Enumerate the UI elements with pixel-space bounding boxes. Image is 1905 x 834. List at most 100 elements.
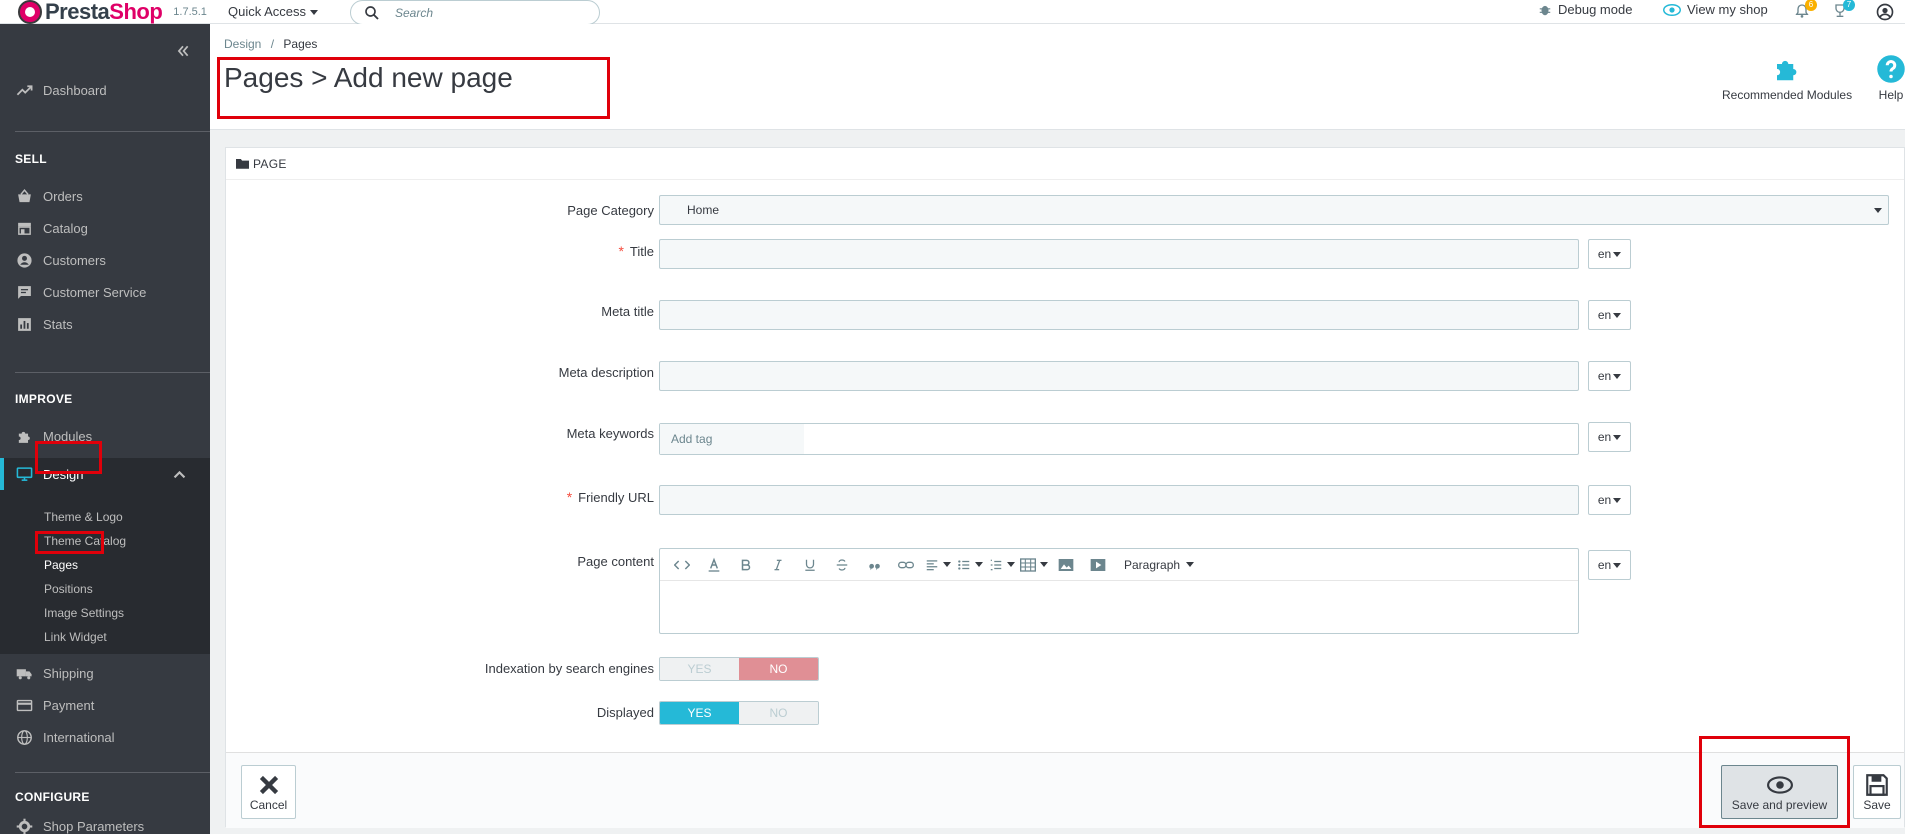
page-category-select[interactable]: Home (659, 195, 1889, 225)
text-color-button[interactable] (698, 553, 730, 577)
chevron-down-icon (1613, 373, 1622, 379)
sidebar-item-label: International (43, 729, 115, 745)
bullet-list-dropdown[interactable] (954, 553, 986, 577)
sidebar-item-shipping[interactable]: Shipping (0, 657, 210, 689)
image-icon (1058, 558, 1074, 571)
eye-icon (1663, 3, 1681, 16)
numbered-list-dropdown[interactable] (986, 553, 1018, 577)
sidebar-item-dashboard[interactable]: Dashboard (0, 74, 210, 106)
meta-description-input[interactable] (659, 361, 1579, 391)
bold-icon (741, 559, 751, 570)
notifications-bell-button[interactable]: 6 (1794, 0, 1817, 19)
sidebar-item-catalog[interactable]: Catalog (0, 212, 210, 244)
sidebar-item-stats[interactable]: Stats (0, 308, 210, 340)
sidebar-item-label: Dashboard (43, 82, 107, 98)
sidebar-item-shop-parameters[interactable]: Shop Parameters (0, 810, 210, 834)
chevron-down-icon (1613, 497, 1622, 503)
meta-title-language-dropdown[interactable]: en (1588, 300, 1631, 330)
friendly-url-label: Friendly URL (578, 490, 654, 505)
sidebar-item-customer-service[interactable]: Customer Service (0, 276, 210, 308)
double-chevron-left-icon (177, 45, 189, 57)
logo-text: PrestaShop (45, 0, 163, 24)
highlight-box-design (35, 441, 102, 474)
friendly-url-language-dropdown[interactable]: en (1588, 485, 1631, 515)
underline-button[interactable] (794, 553, 826, 577)
page-category-value: Home (687, 203, 720, 217)
required-asterisk: * (618, 243, 624, 259)
title-label: Title (629, 244, 654, 259)
language-code: en (1597, 493, 1612, 507)
top-bar: PrestaShop 1.7.5.1 Quick Access Search D… (0, 0, 1905, 26)
table-dropdown[interactable] (1018, 553, 1050, 577)
insert-image-button[interactable] (1050, 553, 1082, 577)
indexation-switch[interactable]: YES NO (659, 657, 819, 681)
paragraph-format-dropdown[interactable]: Paragraph (1124, 558, 1194, 572)
title-language-dropdown[interactable]: en (1588, 239, 1631, 269)
title-input[interactable] (659, 239, 1579, 269)
quote-icon (869, 563, 880, 570)
collapse-sidebar-button[interactable] (176, 42, 190, 63)
displayed-yes-option[interactable]: YES (660, 702, 739, 724)
prestashop-logo-icon (18, 0, 42, 24)
breadcrumb-design-link[interactable]: Design (224, 37, 261, 51)
debug-mode-link[interactable]: Debug mode (1538, 2, 1632, 17)
prestashop-logo[interactable]: PrestaShop 1.7.5.1 (18, 0, 207, 24)
strikethrough-button[interactable] (826, 553, 858, 577)
page-content-label-wrap: Page content (577, 554, 654, 569)
shopping-basket-icon (18, 188, 31, 202)
sidebar-item-payment[interactable]: Payment (0, 689, 210, 721)
strikethrough-icon (836, 558, 848, 571)
bold-button[interactable] (730, 553, 762, 577)
displayed-switch[interactable]: YES NO (659, 701, 819, 725)
title-label-wrap: * Title (618, 243, 654, 259)
search-input[interactable]: Search (350, 0, 600, 25)
source-code-button[interactable] (666, 553, 698, 577)
meta-keywords-language-dropdown[interactable]: en (1588, 422, 1631, 452)
displayed-no-option[interactable]: NO (739, 702, 818, 724)
page-form-panel: PAGE Page Category Home * Title en Meta t… (225, 147, 1905, 828)
sidebar-item-label: Shipping (43, 665, 94, 681)
language-code: en (1597, 308, 1612, 322)
chevron-down-icon (1613, 562, 1622, 568)
quick-access-dropdown[interactable]: Quick Access (228, 4, 319, 19)
cancel-button[interactable]: Cancel (241, 765, 296, 819)
friendly-url-input[interactable] (659, 485, 1579, 515)
help-button[interactable]: Help (1876, 54, 1905, 102)
sidebar-item-modules[interactable]: Modules (0, 420, 210, 452)
page-content-language-dropdown[interactable]: en (1588, 550, 1631, 580)
indexation-yes-option[interactable]: YES (660, 658, 739, 680)
code-icon (674, 559, 690, 570)
align-dropdown[interactable] (922, 553, 954, 577)
friendly-url-label-wrap: * Friendly URL (567, 489, 654, 505)
page-content-editor[interactable]: Paragraph (659, 548, 1579, 634)
credit-card-icon (16, 699, 33, 711)
meta-keywords-tag-input[interactable]: Add tag (659, 423, 1579, 455)
user-avatar-icon (1876, 3, 1894, 21)
meta-description-language-dropdown[interactable]: en (1588, 361, 1631, 391)
sidebar-item-orders[interactable]: Orders (0, 180, 210, 212)
active-indicator (0, 458, 4, 490)
italic-button[interactable] (762, 553, 794, 577)
save-button[interactable]: Save (1853, 765, 1901, 819)
video-icon (1090, 558, 1106, 571)
breadcrumb: Design / Pages (224, 37, 317, 51)
customers-trophy-button[interactable]: 7 (1832, 0, 1855, 19)
submenu-item-pages[interactable]: Pages (44, 558, 78, 572)
sidebar-item-customers[interactable]: Customers (0, 244, 210, 276)
link-button[interactable] (890, 553, 922, 577)
submenu-item-positions[interactable]: Positions (44, 582, 93, 596)
sidebar-item-label: Stats (43, 316, 73, 332)
blockquote-button[interactable] (858, 553, 890, 577)
submenu-item-theme-logo[interactable]: Theme & Logo (44, 510, 123, 524)
submenu-item-link-widget[interactable]: Link Widget (44, 630, 107, 644)
view-my-shop-link[interactable]: View my shop (1663, 2, 1768, 17)
indexation-no-option[interactable]: NO (739, 658, 818, 680)
sidebar-item-international[interactable]: International (0, 721, 210, 753)
recommended-modules-button[interactable]: Recommended Modules (1722, 54, 1852, 102)
submenu-item-image-settings[interactable]: Image Settings (44, 606, 124, 620)
employee-menu-button[interactable] (1876, 3, 1894, 26)
chevron-down-icon (1613, 434, 1622, 440)
insert-media-button[interactable] (1082, 553, 1114, 577)
meta-title-input[interactable] (659, 300, 1579, 330)
sidebar-item-design[interactable]: Design (0, 458, 210, 490)
